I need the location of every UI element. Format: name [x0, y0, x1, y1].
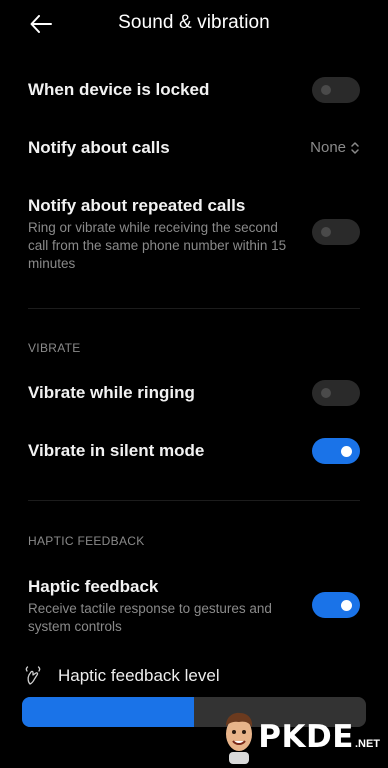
vibration-icon — [25, 666, 41, 685]
setting-repeated-calls[interactable]: Notify about repeated calls Ring or vibr… — [28, 195, 360, 273]
mascot-face-icon — [226, 712, 253, 764]
setting-vibrate-ringing[interactable]: Vibrate while ringing — [28, 380, 360, 406]
toggle-knob — [321, 388, 331, 398]
setting-label: Haptic feedback — [28, 577, 159, 596]
setting-haptic-feedback[interactable]: Haptic feedback Receive tactile response… — [28, 576, 360, 636]
repeated-calls-toggle[interactable] — [312, 219, 360, 245]
haptic-level-header: Haptic feedback level — [24, 666, 220, 686]
watermark: PKDE .NET — [222, 710, 380, 764]
watermark-suffix: .NET — [354, 738, 380, 750]
when-locked-toggle[interactable] — [312, 77, 360, 103]
setting-notify-calls[interactable]: Notify about calls None — [28, 137, 360, 159]
toggle-knob — [321, 85, 331, 95]
watermark-text: PKDE — [258, 719, 354, 755]
haptic-level-label: Haptic feedback level — [58, 666, 220, 685]
section-label-haptic: HAPTIC FEEDBACK — [28, 534, 145, 548]
app-header: Sound & vibration — [0, 0, 388, 48]
vibrate-ringing-toggle[interactable] — [312, 380, 360, 406]
section-divider — [28, 500, 360, 501]
haptic-feedback-toggle[interactable] — [312, 592, 360, 618]
page-title: Sound & vibration — [118, 12, 270, 33]
setting-description: Receive tactile response to gestures and… — [28, 601, 272, 634]
slider-fill — [22, 697, 194, 727]
toggle-knob — [341, 599, 352, 611]
toggle-knob — [341, 445, 352, 457]
notify-calls-select[interactable]: None — [310, 137, 360, 159]
setting-when-locked[interactable]: When device is locked — [28, 77, 360, 103]
setting-description: Ring or vibrate while receiving the seco… — [28, 220, 287, 271]
section-divider — [28, 308, 360, 309]
setting-vibrate-silent[interactable]: Vibrate in silent mode — [28, 438, 360, 464]
select-value: None — [310, 139, 346, 156]
chevron-up-down-icon — [351, 142, 359, 154]
toggle-knob — [321, 227, 331, 237]
setting-label: Vibrate in silent mode — [28, 441, 205, 460]
setting-label: When device is locked — [28, 80, 210, 99]
setting-label: Notify about repeated calls — [28, 196, 246, 215]
setting-label: Vibrate while ringing — [28, 383, 195, 402]
section-label-vibrate: VIBRATE — [28, 341, 81, 355]
vibrate-silent-toggle[interactable] — [312, 438, 360, 464]
